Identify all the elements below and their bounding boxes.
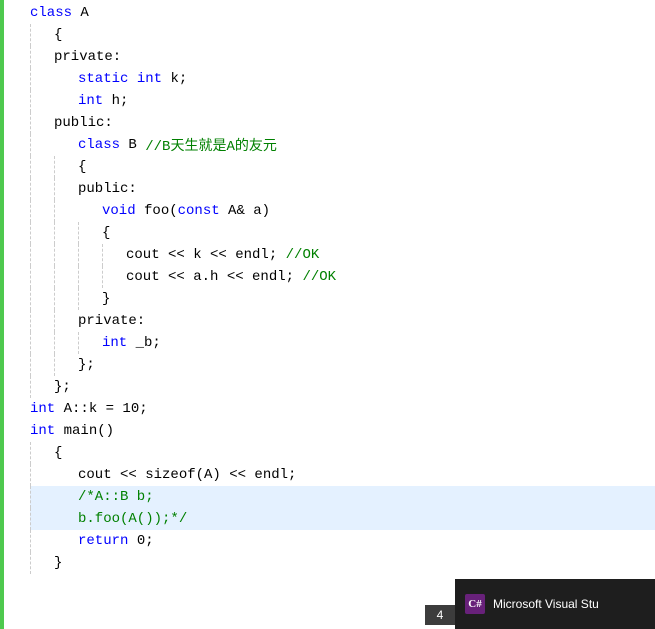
code-line-18: };	[30, 376, 655, 398]
code-line-25: return 0;	[30, 530, 655, 552]
token-b-priv: _b;	[127, 335, 161, 351]
token-return: return	[78, 533, 128, 549]
token-foo: foo(	[136, 203, 178, 219]
token-public-1: public:	[54, 115, 113, 131]
editor-area: − class A { private: static int k;	[0, 0, 655, 629]
code-line-9: public:	[30, 178, 655, 200]
token-ok-1: //OK	[286, 247, 320, 263]
token-int-main: int	[30, 423, 55, 439]
code-line-2: {	[30, 24, 655, 46]
token-private: private:	[54, 49, 121, 65]
vs-icon: C#	[465, 594, 485, 614]
code-line-20: − int main()	[30, 420, 655, 442]
token-int-16: int	[102, 335, 127, 351]
token-brace-26: }	[54, 555, 62, 571]
token-brace-11: {	[102, 225, 110, 241]
token-cout-2: cout << a.h << endl;	[126, 269, 302, 285]
token-const: const	[178, 203, 220, 219]
code-line-19: int A::k = 10;	[30, 398, 655, 420]
token-static: static	[78, 71, 128, 87]
token-brace-8: {	[78, 159, 86, 175]
code-line-13: cout << a.h << endl; //OK	[30, 266, 655, 288]
page-number-badge: 4	[425, 605, 455, 625]
token-zero: 0;	[128, 533, 153, 549]
token-sp	[128, 71, 136, 87]
token-akdef: A::k = 10;	[55, 401, 147, 417]
code-line-8: {	[30, 156, 655, 178]
token-brace-21: {	[54, 445, 62, 461]
token-brace-14: }	[102, 291, 110, 307]
taskbar-vs-item[interactable]: C# Microsoft Visual Stu	[455, 579, 655, 629]
code-line-10: − void foo(const A& a)	[30, 200, 655, 222]
code-line-1: − class A	[30, 2, 655, 24]
token-int-1: int	[137, 71, 162, 87]
fold-margin	[4, 0, 26, 629]
code-line-16: int _b;	[30, 332, 655, 354]
code-line-6: public:	[30, 112, 655, 134]
token-comment-end: b.foo(A());*/	[78, 511, 187, 527]
code-line-26: }	[30, 552, 655, 574]
token-public-2: public:	[78, 181, 137, 197]
token-sizeof: cout << sizeof(A) << endl;	[78, 467, 296, 483]
token-main: main()	[55, 423, 114, 439]
code-line-15: private:	[30, 310, 655, 332]
token-semi-18: };	[54, 379, 71, 395]
code-line-12: cout << k << endl; //OK	[30, 244, 655, 266]
code-line-4: static int k;	[30, 68, 655, 90]
token-param: A& a)	[220, 203, 270, 219]
code-line-22: cout << sizeof(A) << endl;	[30, 464, 655, 486]
token-name-1: A	[72, 5, 89, 21]
code-line-5: int h;	[30, 90, 655, 112]
token-h: h;	[103, 93, 128, 109]
vs-label: Microsoft Visual Stu	[493, 597, 599, 611]
token-ok-2: //OK	[302, 269, 336, 285]
code-line-7: − class B //B天生就是A的友元	[30, 134, 655, 156]
vs-icon-text: C#	[468, 598, 481, 610]
token-class-1: class	[30, 5, 72, 21]
code-line-14: }	[30, 288, 655, 310]
code-line-17: };	[30, 354, 655, 376]
token-void: void	[102, 203, 136, 219]
token-b: B	[120, 137, 145, 153]
code-container: − class A { private: static int k;	[0, 0, 655, 629]
token-int-19: int	[30, 401, 55, 417]
token-semi-17: };	[78, 357, 95, 373]
code-line-11: {	[30, 222, 655, 244]
code-line-23: /*A::B b;	[30, 486, 655, 508]
token-class-2: class	[78, 137, 120, 153]
token-private-2: private:	[78, 313, 145, 329]
code-line-21: {	[30, 442, 655, 464]
token-k: k;	[162, 71, 187, 87]
token-cout-1: cout << k << endl;	[126, 247, 286, 263]
token-brace-2: {	[54, 27, 62, 43]
token-comment-start: /*A::B b;	[78, 489, 154, 505]
code-lines: − class A { private: static int k;	[26, 0, 655, 629]
code-line-24: b.foo(A());*/	[30, 508, 655, 530]
token-int-2: int	[78, 93, 103, 109]
code-line-3: private:	[30, 46, 655, 68]
token-comment-1: //B天生就是A的友元	[145, 135, 277, 155]
